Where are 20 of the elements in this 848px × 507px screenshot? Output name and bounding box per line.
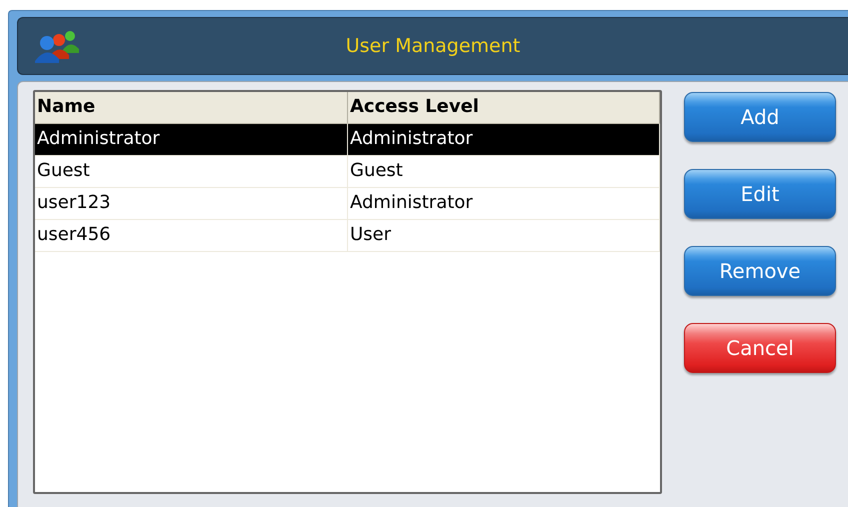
table-cell: user123 [35, 188, 348, 219]
column-header[interactable]: Name [35, 92, 348, 123]
remove-button[interactable]: Remove [684, 246, 836, 296]
column-header[interactable]: Access Level [348, 92, 660, 123]
cancel-button[interactable]: Cancel [684, 323, 836, 373]
table-cell: user456 [35, 220, 348, 251]
table-cell: User [348, 220, 660, 251]
table-cell: Administrator [348, 188, 660, 219]
table-cell: Guest [35, 156, 348, 187]
table-row[interactable]: Administrator Administrator [35, 124, 660, 156]
table-cell: Guest [348, 156, 660, 187]
table-row[interactable]: user456 User [35, 220, 660, 252]
add-button[interactable]: Add [684, 92, 836, 142]
table-cell: Administrator [35, 124, 348, 155]
table-row[interactable]: user123 Administrator [35, 188, 660, 220]
users-icon [34, 29, 82, 63]
table-row[interactable]: Guest Guest [35, 156, 660, 188]
table-cell: Administrator [348, 124, 660, 155]
window-title: User Management [344, 35, 522, 57]
edit-button[interactable]: Edit [684, 169, 836, 219]
